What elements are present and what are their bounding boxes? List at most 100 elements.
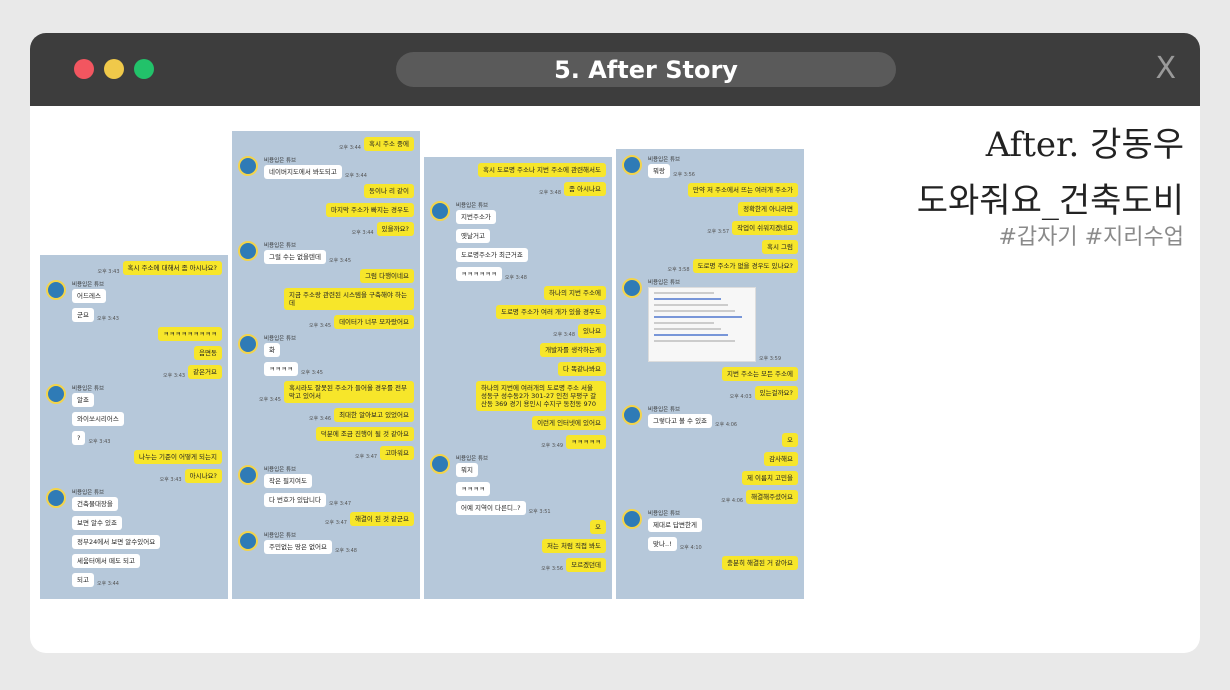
sender-name: 비용입은 튜브 bbox=[264, 467, 297, 473]
message-time: 오후 3:44 bbox=[351, 230, 374, 236]
message-row: 혹시라도 잘못된 주소가 들어올 경우를 전부 막고 있어서 오후 3:45 bbox=[259, 381, 414, 403]
message-row: ㅋㅋㅋㅋㅋㅋ 오후 3:48 bbox=[456, 267, 527, 281]
my-message-bubble: 그럼 다행이네요 bbox=[360, 269, 414, 283]
hashtags: #갑자기 #지리수업 bbox=[998, 225, 1184, 250]
avatar bbox=[430, 201, 450, 221]
message-time: 오후 3:56 bbox=[541, 566, 564, 572]
close-dot-icon[interactable] bbox=[74, 59, 94, 79]
message-time: 오후 3:43 bbox=[163, 373, 186, 379]
other-message-bubble: 보면 알수 있죠 bbox=[72, 516, 123, 530]
chat-panel-1: 혹시 주소에 대해서 좀 아시나요? 오후 3:43 비용입은 튜브 어드레스 군요 오후… bbox=[40, 255, 228, 599]
sender-name: 비용입은 튜브 bbox=[456, 456, 489, 462]
message-row: 지번 주소는 모든 주소에 bbox=[722, 367, 798, 381]
my-message-bubble: 하나의 지번 주소에 bbox=[544, 286, 606, 300]
message-row: 아시나요? 오후 3:43 bbox=[160, 469, 222, 483]
message-row: 혹시 도로명 주소나 지번 주소에 관련해서도 bbox=[478, 163, 606, 177]
message-row: 저는 처럼 직접 봐도 bbox=[541, 539, 606, 553]
message-row: 화 bbox=[264, 343, 280, 357]
message-row: 좀 아시나요 오후 3:48 bbox=[539, 182, 606, 196]
other-message-bubble: 주민없는 땅은 없어요 bbox=[264, 540, 332, 554]
my-message-bubble: 동이나 리 같이 bbox=[363, 184, 414, 198]
chat-panel-2: 혹시 주소 중에 오후 3:44 비용입은 튜브 네이버지도에서 봐도되고 오후 3:4… bbox=[232, 131, 420, 599]
my-message-bubble: 같은거요 bbox=[188, 365, 222, 379]
other-message-bubble: 어예 지역이 다른디..? bbox=[456, 501, 526, 515]
message-row: 동이나 리 같이 bbox=[363, 184, 414, 198]
my-message-bubble: 있을까요? bbox=[376, 222, 414, 236]
message-row: ㅋㅋㅋㅋ 오후 3:45 bbox=[264, 362, 323, 376]
message-row: 모르겠던데 오후 3:56 bbox=[541, 558, 606, 572]
my-message-bubble: 개발자를 생각하는게 bbox=[540, 343, 606, 357]
other-message-bubble: ㅋㅋㅋㅋ bbox=[264, 362, 298, 376]
message-row: 되고 오후 3:44 bbox=[72, 573, 119, 587]
message-row: 개발자를 생각하는게 bbox=[540, 343, 606, 357]
sender-name: 비용입은 튜브 bbox=[648, 407, 681, 413]
my-message-bubble: 고마워요 bbox=[380, 446, 414, 460]
sender-name: 비용입은 튜브 bbox=[264, 336, 297, 342]
message-row: 정부24에서 보면 알수있어요 bbox=[72, 535, 161, 549]
other-message-bubble: 알죠 bbox=[72, 393, 94, 407]
message-row: 제 이름치 고민을 bbox=[742, 471, 798, 485]
message-row: 하나의 지번 주소에 bbox=[544, 286, 606, 300]
message-row: 데이터가 너무 모자랐어요 오후 3:45 bbox=[309, 315, 414, 329]
other-message-bubble: 뭐랑 bbox=[648, 164, 670, 178]
message-time: 오후 3:46 bbox=[309, 416, 332, 422]
title-bar: 5. After Story X bbox=[30, 33, 1200, 106]
message-time: 오후 3:47 bbox=[328, 501, 352, 507]
my-message-bubble: 제 이름치 고민을 bbox=[742, 471, 798, 485]
my-message-bubble: 데이터가 너무 모자랐어요 bbox=[334, 315, 414, 329]
my-message-bubble: 혹시 주소 중에 bbox=[363, 137, 414, 151]
message-time: 오후 3:47 bbox=[324, 520, 347, 526]
message-row: 혹시 주소 중에 오후 3:44 bbox=[339, 137, 414, 151]
minimize-dot-icon[interactable] bbox=[104, 59, 124, 79]
maximize-dot-icon[interactable] bbox=[134, 59, 154, 79]
other-message-bubble: 되고 bbox=[72, 573, 94, 587]
message-row: 그럼 다행이네요 bbox=[360, 269, 414, 283]
avatar bbox=[46, 280, 66, 300]
message-row: 제대로 답변한게 bbox=[648, 518, 702, 532]
my-message-bubble: 충분히 해결된 거 같아요 bbox=[722, 556, 798, 570]
other-message-bubble: 그럴 수는 없을텐데 bbox=[264, 250, 326, 264]
message-row: 정확한게 아니라면 bbox=[738, 202, 798, 216]
message-row: 보면 알수 있죠 bbox=[72, 516, 123, 530]
message-row: 알죠 bbox=[72, 393, 94, 407]
other-message-bubble: 화 bbox=[264, 343, 280, 357]
message-row: 하나의 지번에 여러개의 도로명 주소 서울 성동구 성수동2가 301-27 … bbox=[476, 381, 606, 411]
message-time: 오후 4:06 bbox=[715, 422, 738, 428]
sender-name: 비용입은 튜브 bbox=[648, 511, 681, 517]
my-message-bubble: 저는 처럼 직접 봐도 bbox=[541, 539, 606, 553]
message-row: 오후 3:59 bbox=[648, 287, 781, 362]
message-time: 오후 3:45 bbox=[309, 323, 332, 329]
message-time: 오후 3:48 bbox=[334, 548, 357, 554]
search-screenshot-image[interactable] bbox=[648, 287, 756, 362]
message-row: 뭐지 bbox=[456, 463, 478, 477]
my-message-bubble: 감사해요 bbox=[764, 452, 798, 466]
message-row: 그럴 수는 없을텐데 오후 3:45 bbox=[264, 250, 351, 264]
sender-name: 비용입은 튜브 bbox=[648, 157, 681, 163]
chat-panel-4: 비용입은 튜브 뭐랑 오후 3:56 만약 저 주소에서 뜨는 여러개 주소가 정확한게… bbox=[616, 149, 804, 599]
message-row: 세움터에서 떼도 되고 bbox=[72, 554, 140, 568]
message-time: 오후 3:49 bbox=[541, 443, 564, 449]
message-row: 작은 필지여도 bbox=[264, 474, 312, 488]
message-time: 오후 3:45 bbox=[328, 258, 352, 264]
message-row: 오 bbox=[782, 433, 798, 447]
heading-line-1: After. 강동우 bbox=[985, 125, 1184, 165]
my-message-bubble: 아시나요? bbox=[184, 469, 222, 483]
message-row: 해결이 된 것 같군요 오후 3:47 bbox=[325, 512, 414, 526]
my-message-bubble: 오 bbox=[782, 433, 798, 447]
message-row: 있을까요? 오후 3:44 bbox=[352, 222, 414, 236]
my-message-bubble: 이런게 인터넷에 있어요 bbox=[532, 416, 606, 430]
message-row: 맞나..! 오후 4:10 bbox=[648, 537, 702, 551]
message-time: 오후 3:44 bbox=[96, 581, 119, 587]
my-message-bubble: 마지막 주소가 빠지는 경우도 bbox=[326, 203, 414, 217]
other-message-bubble: ㅋㅋㅋㅋㅋㅋ bbox=[456, 267, 502, 281]
message-time: 오후 3:51 bbox=[528, 509, 551, 515]
close-button[interactable]: X bbox=[1155, 51, 1176, 86]
message-row: ㅋㅋㅋㅋ bbox=[456, 482, 490, 496]
message-row: 다 번호가 있답니다 오후 3:47 bbox=[264, 493, 351, 507]
my-message-bubble: 덕분에 조금 진행이 될 것 같아요 bbox=[315, 427, 414, 441]
message-row: 오 bbox=[590, 520, 606, 534]
my-message-bubble: ㅋㅋㅋㅋㅋㅋㅋㅋㅋ bbox=[158, 327, 222, 341]
sender-name: 비용입은 튜브 bbox=[72, 386, 105, 392]
message-row: 지번주소가 bbox=[456, 210, 496, 224]
my-message-bubble: 있나요 bbox=[578, 324, 606, 338]
